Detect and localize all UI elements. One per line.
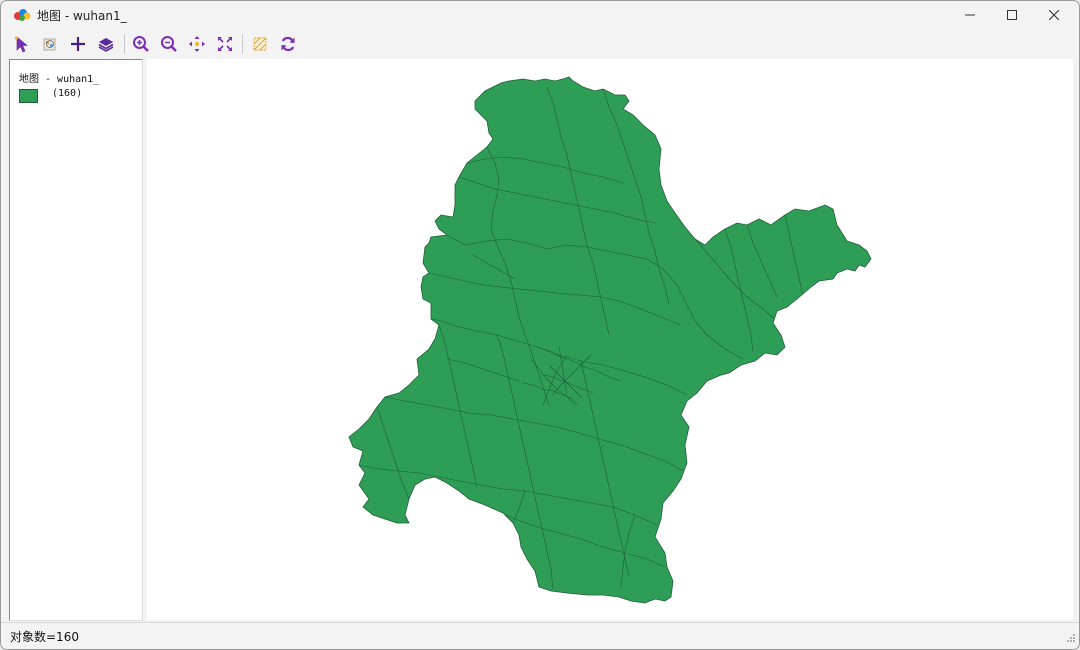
legend-item-label: (160) bbox=[52, 88, 83, 99]
map-window: 地图 - wuhan1_ 地图 - wuhan1_ (160) 对象数=160 bbox=[0, 0, 1080, 650]
minimize-button[interactable] bbox=[947, 1, 993, 29]
add-tool-button[interactable] bbox=[66, 32, 90, 56]
resize-grip-icon[interactable] bbox=[1066, 628, 1076, 647]
maximize-button[interactable] bbox=[989, 1, 1035, 29]
minimize-icon bbox=[965, 14, 975, 16]
legend-title: 地图 - wuhan1_ bbox=[19, 74, 100, 85]
clear-selection-icon bbox=[253, 37, 267, 51]
refresh-icon bbox=[281, 36, 295, 52]
window-title: 地图 - wuhan1_ bbox=[37, 9, 127, 23]
clear-selection-tool-button[interactable] bbox=[248, 32, 272, 56]
close-icon bbox=[1049, 10, 1059, 20]
select-tool-button[interactable] bbox=[10, 32, 34, 56]
map-canvas[interactable] bbox=[147, 59, 1073, 620]
zoom-out-icon bbox=[161, 36, 177, 52]
identify-icon bbox=[43, 38, 56, 51]
pan-tool-button[interactable] bbox=[185, 32, 209, 56]
object-count-status: 对象数=160 bbox=[10, 630, 79, 644]
status-bar: 对象数=160 bbox=[1, 622, 1079, 649]
wuhan-map[interactable] bbox=[147, 59, 1073, 620]
wuhan-region-polygon[interactable] bbox=[348, 76, 872, 604]
legend-swatch[interactable] bbox=[19, 89, 38, 103]
maximize-icon bbox=[1007, 10, 1017, 20]
toolbar-separator bbox=[242, 34, 243, 54]
zoom-out-tool-button[interactable] bbox=[157, 32, 181, 56]
legend-panel: 地图 - wuhan1_ (160) bbox=[9, 59, 143, 621]
close-button[interactable] bbox=[1031, 1, 1077, 29]
identify-tool-button[interactable] bbox=[38, 32, 62, 56]
layers-icon bbox=[98, 38, 114, 52]
zoom-in-tool-button[interactable] bbox=[129, 32, 153, 56]
plus-icon bbox=[71, 37, 85, 51]
title-bar: 地图 - wuhan1_ bbox=[1, 1, 1079, 29]
toolbar-separator bbox=[124, 34, 125, 54]
arrow-pointer-icon bbox=[14, 36, 28, 53]
toolbar bbox=[1, 29, 1079, 59]
refresh-tool-button[interactable] bbox=[276, 32, 300, 56]
app-icon bbox=[14, 7, 31, 21]
pan-arrows-icon bbox=[189, 36, 205, 52]
zoom-in-icon bbox=[133, 36, 149, 52]
full-extent-icon bbox=[218, 37, 232, 51]
layers-tool-button[interactable] bbox=[94, 32, 118, 56]
full-extent-tool-button[interactable] bbox=[213, 32, 237, 56]
